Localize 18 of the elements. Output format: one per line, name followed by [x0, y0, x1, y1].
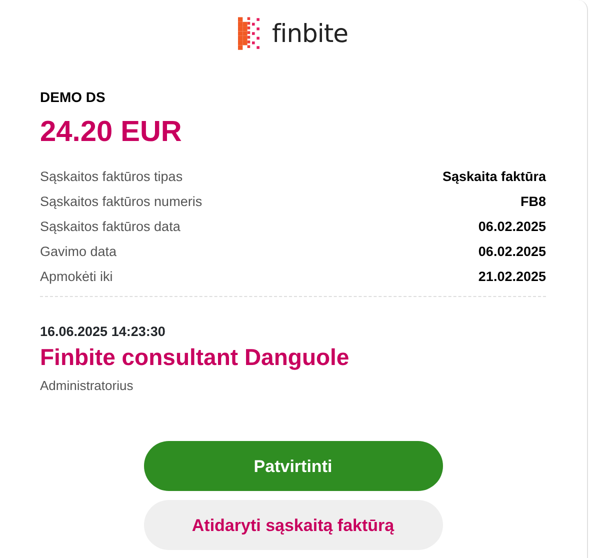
detail-label: Gavimo data — [40, 243, 117, 262]
detail-label: Sąskaitos faktūros tipas — [40, 168, 183, 186]
company-name: DEMO DS — [40, 88, 106, 107]
detail-value: 06.02.2025 — [478, 243, 546, 262]
approver-name: Finbite consultant Danguole — [40, 344, 350, 372]
detail-label: Apmokėti iki — [40, 268, 113, 286]
detail-label: Sąskaitos faktūros numeris — [40, 193, 202, 212]
logo-text: finbite — [272, 18, 348, 50]
timestamp: 16.06.2025 14:23:30 — [40, 323, 166, 341]
detail-value: FB8 — [520, 193, 546, 212]
detail-value: 21.02.2025 — [478, 268, 546, 286]
approve-button[interactable]: Patvirtinti — [144, 441, 442, 492]
approver-role: Administratorius — [40, 376, 134, 395]
open-invoice-button[interactable]: Atidaryti sąskaitą faktūrą — [144, 500, 442, 550]
detail-label: Sąskaitos faktūros data — [40, 218, 180, 236]
detail-value: 06.02.2025 — [478, 218, 546, 236]
detail-value: Sąskaita faktūra — [442, 168, 546, 186]
invoice-amount: 24.20 EUR — [40, 118, 183, 147]
